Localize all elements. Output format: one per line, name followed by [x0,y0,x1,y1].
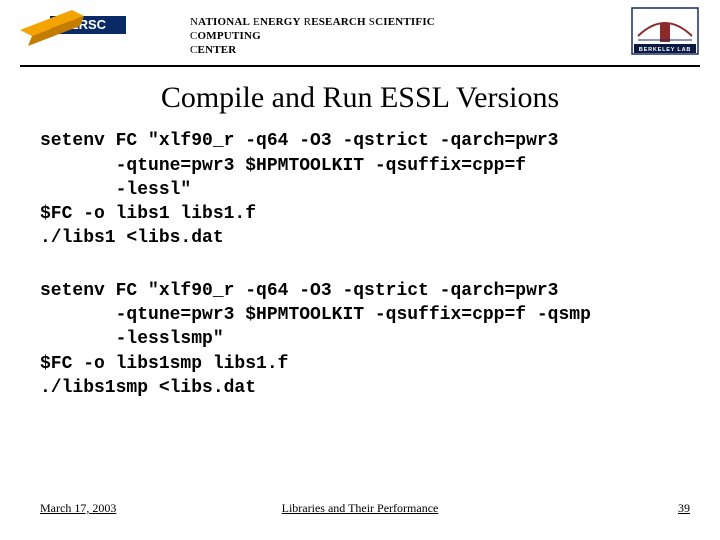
nersc-logo: ERSC [20,10,130,48]
slide-header: ERSC NATIONAL ENERGY RESEARCH SCIENTIFIC… [0,0,720,57]
page-number: 39 [678,501,690,516]
slide-title: Compile and Run ESSL Versions [0,81,720,115]
slide-footer: March 17, 2003 Libraries and Their Perfo… [0,501,720,516]
header-rule [20,65,700,67]
footer-date: March 17, 2003 [40,501,116,516]
footer-title: Libraries and Their Performance [282,501,439,516]
berkeley-lab-logo: BERKELEY LAB [630,6,700,56]
code-block-1: setenv FC "xlf90_r -q64 -O3 -qstrict -qa… [40,129,720,250]
code-block-2: setenv FC "xlf90_r -q64 -O3 -qstrict -qa… [40,279,720,400]
org-name: NATIONAL ENERGY RESEARCH SCIENTIFIC COMP… [190,16,490,57]
lab-label: BERKELEY LAB [639,47,691,53]
